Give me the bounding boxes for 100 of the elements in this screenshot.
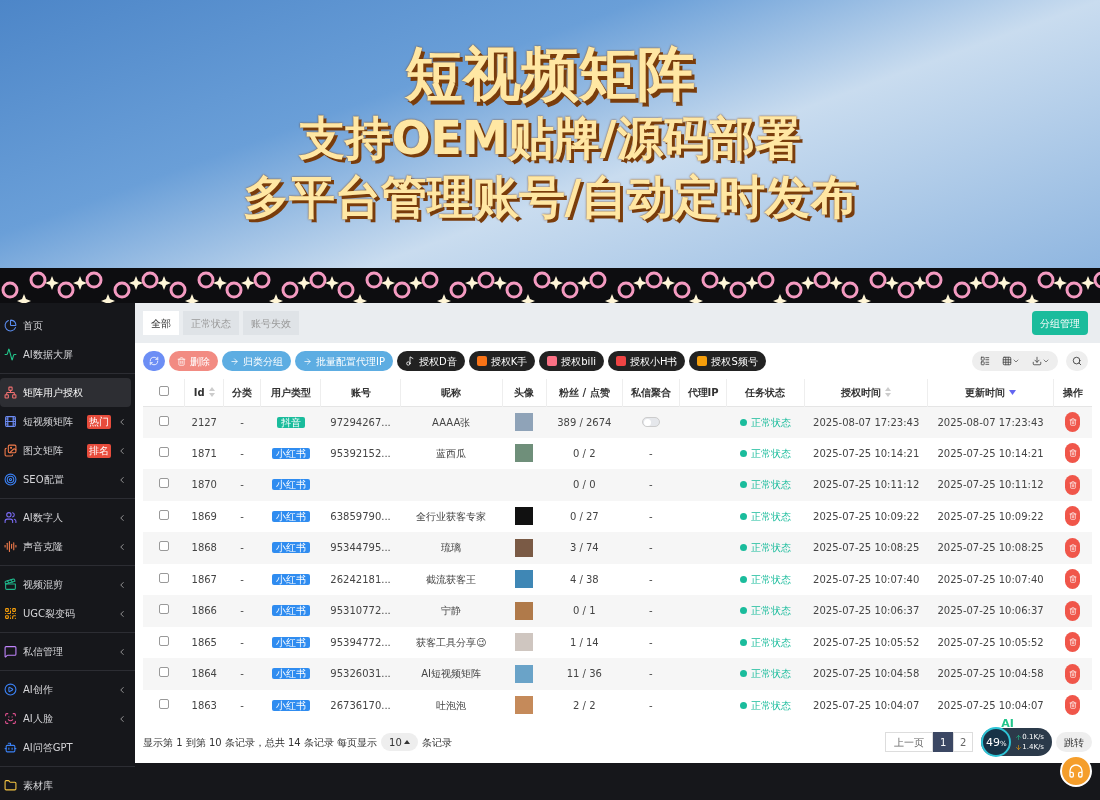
sidebar-item[interactable]: 视频混剪 [0,570,131,599]
table-cell: - [240,416,244,428]
table-cell: 0 / 27 [569,510,599,522]
audio-lines-icon [4,540,17,553]
play-circle-icon [4,683,17,696]
checkbox[interactable] [158,635,169,646]
checkbox[interactable] [158,667,169,678]
clapperboard-icon [4,578,17,591]
sidebar-item[interactable]: SEO配置 [0,465,131,494]
sort-desc-icon[interactable] [1009,389,1017,395]
arrow-right-icon [230,356,239,366]
banner-subtitle: 多平台管理账号/自动定时发布 [242,169,858,226]
search-button[interactable] [1066,351,1088,371]
sidebar-item[interactable]: 短视频矩阵 热门 [0,407,131,436]
table-cell: 2025-07-25 10:08:25 [937,542,1044,554]
checkbox[interactable] [158,698,169,709]
authorize-button[interactable]: 授权bili [539,351,604,371]
list-view-icon[interactable] [980,356,990,366]
arrow-up-icon [1015,733,1023,741]
table-cell: 1 / 14 [569,636,599,648]
music-note-icon [405,356,415,366]
refresh-button[interactable] [143,351,165,371]
table-cell: AI短视频矩阵 [421,668,482,680]
checkbox[interactable] [158,509,169,520]
table-cell: 4 / 38 [569,573,599,585]
records-suffix: 条记录 [421,735,452,750]
delete-row-button[interactable] [1065,695,1081,716]
images-icon [4,444,17,457]
table-cell: - [649,573,653,585]
records-summary: 显示第 1 到第 10 条记录，总共 14 条记录 每页显示 [143,735,378,750]
authorize-button[interactable]: 授权K手 [468,351,536,371]
delete-row-button[interactable] [1065,474,1081,495]
checkbox[interactable] [158,604,169,615]
sidebar-item[interactable]: 素材库 [0,771,131,800]
sidebar-item[interactable]: AI数字人 [0,503,131,532]
sidebar-item[interactable]: 矩阵用户授权 [0,378,131,407]
table-cell: 1870 [191,479,217,491]
table-cell: 95344795... [330,542,391,554]
delete-row-button[interactable] [1065,632,1081,653]
checkbox[interactable] [158,385,169,396]
table-cell: 2025-07-25 10:05:52 [813,636,920,648]
toggle-switch[interactable] [641,417,660,427]
authorize-button[interactable]: 授权小H书 [607,351,686,371]
sidebar-item[interactable]: 图文矩阵 排名 [0,436,131,465]
table-cell: - [240,479,244,491]
page-button[interactable]: 2 [953,732,974,752]
table-cell: 95310772... [330,605,391,617]
sidebar-item[interactable]: 首页 [0,311,131,340]
support-headset-button[interactable] [1060,755,1092,787]
table-cell: 2025-07-25 10:08:25 [813,542,920,554]
sidebar-item[interactable]: AI问答GPT [0,733,131,762]
scan-face-icon [4,712,17,725]
checkbox[interactable] [158,478,169,489]
column-header: 昵称 [441,385,462,400]
delete-row-button[interactable] [1065,506,1081,527]
delete-row-button[interactable] [1065,412,1081,432]
users-icon [4,511,17,524]
authorize-button[interactable]: 授权D音 [397,351,465,371]
table-cell: 2 / 2 [573,699,596,711]
export-icon[interactable] [1032,356,1042,366]
sidebar-item[interactable]: 私信管理 [0,637,131,666]
checkbox[interactable] [158,446,169,457]
table-cell: 获客工具分享😉 [415,636,487,648]
checkbox[interactable] [158,415,169,426]
table-cell: 26736170... [330,699,391,711]
column-header: 任务状态 [745,385,786,400]
page-size-select[interactable]: 10 [381,733,418,751]
user-type-tag: 小红书 [271,573,310,585]
trash-icon [1068,480,1077,489]
sidebar-item[interactable]: AI人脸 [0,704,131,733]
jump-button[interactable]: 跳转 [1056,732,1092,752]
sidebar-item[interactable]: AI数据大屏 [0,340,131,369]
trash-icon [1068,669,1077,678]
delete-row-button[interactable] [1065,537,1081,558]
prev-page-button[interactable]: 上一页 [885,732,934,752]
column-header: 代理IP [687,385,719,400]
delete-row-button[interactable] [1065,443,1081,464]
sidebar-item[interactable]: AI创作 [0,675,131,704]
column-header: 私信聚合 [630,385,671,400]
checkbox[interactable] [158,572,169,583]
sidebar-item[interactable]: 声音克隆 [0,532,131,561]
trash-icon [1068,512,1077,521]
delete-row-button[interactable] [1065,600,1081,621]
delete-row-button[interactable] [1065,663,1081,684]
sidebar-item[interactable]: UGC裂变码 [0,599,131,628]
table-cell: 2127 [191,416,217,428]
filter-tab[interactable]: 全部 [143,311,179,335]
page-button[interactable]: 1 [933,732,954,752]
authorize-button[interactable]: 授权S频号 [689,351,766,371]
caret-icon [1012,357,1020,365]
table-cell: 2025-07-25 10:14:21 [813,447,920,459]
delete-row-button[interactable] [1065,569,1081,590]
table-cell: - [240,542,244,554]
table-cell: 1863 [191,699,217,711]
columns-icon[interactable] [1002,356,1012,366]
table-cell: 2025-07-25 10:04:58 [813,668,920,680]
user-type-tag: 小红书 [271,447,310,459]
network-icon [4,386,17,399]
checkbox[interactable] [158,541,169,552]
table-cell: - [240,636,244,648]
